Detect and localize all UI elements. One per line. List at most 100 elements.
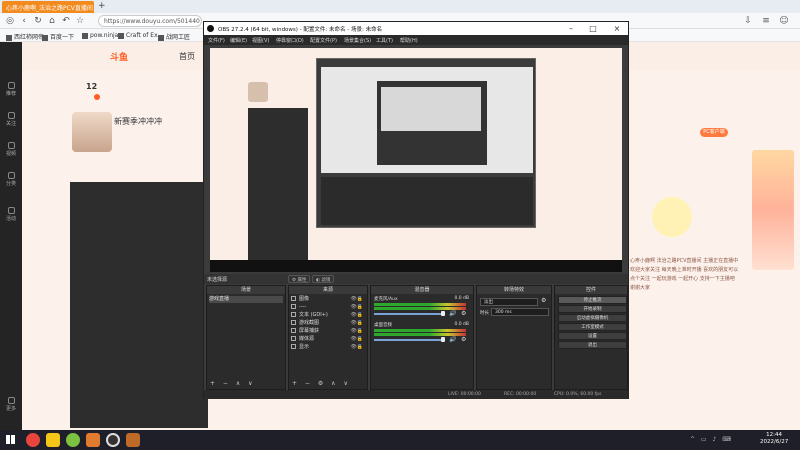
eye-lock-icons[interactable]: 👁🔒 xyxy=(351,296,364,303)
eye-lock-icons[interactable]: 👁🔒 xyxy=(351,328,364,335)
obs-window: OBS 27.2.4 (64 bit, windows) - 配置文件: 未命名… xyxy=(203,21,629,399)
text-source-icon xyxy=(291,312,296,317)
left-nav-item[interactable]: 分类 xyxy=(0,172,22,187)
menu-scene-collection[interactable]: 场景集合(S) xyxy=(344,37,371,44)
volume-slider[interactable] xyxy=(374,339,444,341)
obs-taskbar-icon[interactable] xyxy=(106,433,120,447)
exit-button[interactable]: 退出 xyxy=(558,341,627,349)
pc-client-button[interactable]: PC客户端 xyxy=(700,128,728,137)
scene-item[interactable]: 游戏直播 xyxy=(209,296,284,303)
game-source-icon xyxy=(291,320,296,325)
menu-docks[interactable]: 停靠窗口(D) xyxy=(276,37,304,44)
browser-tab-bar: 心疼小鹿啊_法治之路PCV直播间 + xyxy=(0,0,800,13)
windows-start-icon[interactable] xyxy=(6,435,15,444)
home-icon[interactable]: ⌂ xyxy=(46,15,58,27)
source-item[interactable]: 媒体源 👁🔒 xyxy=(291,336,365,343)
level-badge xyxy=(94,94,100,100)
clock[interactable]: 12:44 2022/6/27 xyxy=(760,432,788,446)
eye-lock-icons[interactable]: 👁🔒 xyxy=(351,336,364,343)
menu-view[interactable]: 视图(V) xyxy=(252,37,269,44)
bookmark-item[interactable]: pow.ninja xyxy=(82,32,118,39)
settings-button[interactable]: 设置 xyxy=(558,332,627,340)
menu-edit[interactable]: 编辑(E) xyxy=(230,37,247,44)
source-item[interactable]: 显示 👁🔒 xyxy=(291,344,365,351)
obs-menu-bar: 文件(F) 编辑(E) 视图(V) 停靠窗口(D) 配置文件(P) 场景集合(S… xyxy=(204,35,628,45)
source-item[interactable]: 文本 (GDI+) 👁🔒 xyxy=(291,312,365,319)
eye-lock-icons[interactable]: 👁🔒 xyxy=(351,304,364,311)
obs-logo-icon xyxy=(207,25,214,32)
nested-preview-2 xyxy=(381,87,481,131)
eye-lock-icons[interactable]: 👁🔒 xyxy=(351,320,364,327)
eye-lock-icons[interactable]: 👁🔒 xyxy=(351,312,364,319)
volume-slider[interactable] xyxy=(374,313,444,315)
url-input[interactable]: https://www.douyu.com/5014401 xyxy=(98,15,202,27)
source-item[interactable]: ---- 👁🔒 xyxy=(291,304,365,311)
mascot-image xyxy=(652,197,692,237)
douyu-logo[interactable]: 斗鱼 xyxy=(110,50,128,63)
bookmark-item[interactable]: 百度一下 xyxy=(42,32,74,41)
obs-preview[interactable] xyxy=(210,48,622,272)
streamer-avatar[interactable] xyxy=(72,112,112,152)
start-recording-button[interactable]: 开始录制 xyxy=(558,305,627,313)
left-nav-item[interactable]: 视频 xyxy=(0,142,22,157)
new-tab-button[interactable]: + xyxy=(98,1,106,11)
volume-slider-knob[interactable] xyxy=(441,311,445,316)
bookmark-item[interactable]: 西红柿网帝 xyxy=(6,32,44,41)
account-icon[interactable]: ☺ xyxy=(778,15,790,27)
nav-home[interactable]: 首页 xyxy=(179,51,195,62)
scenes-toolbar[interactable]: + − ∧ ∨ xyxy=(207,379,285,389)
transition-select[interactable]: 淡出 xyxy=(480,298,538,306)
nested-docks xyxy=(321,177,533,225)
eye-lock-icons[interactable]: 👁🔒 xyxy=(351,344,364,351)
sources-toolbar[interactable]: + − ⚙ ∧ ∨ xyxy=(289,379,367,389)
gear-icon[interactable]: ⚙ xyxy=(461,310,466,317)
left-nav-item[interactable]: 更多 xyxy=(0,397,22,412)
close-icon[interactable]: × xyxy=(610,23,624,34)
scenes-header: 场景 xyxy=(207,286,285,294)
game-icon[interactable] xyxy=(126,433,140,447)
obs-status-bar: LIVE: 00:00:00 REC: 00:00:00 CPU: 0.0%, … xyxy=(204,390,628,399)
undo-icon[interactable]: ↶ xyxy=(60,15,72,27)
star-icon[interactable]: ☆ xyxy=(74,15,86,27)
folder-icon[interactable] xyxy=(46,433,60,447)
chrome-icon[interactable] xyxy=(26,433,40,447)
shield-icon[interactable]: ◎ xyxy=(4,15,16,27)
duration-input[interactable]: 300 ms xyxy=(491,308,549,316)
stop-streaming-button[interactable]: 停止推流 xyxy=(558,296,627,304)
back-icon[interactable]: ‹ xyxy=(18,15,30,27)
bookmark-item[interactable]: 战网工匠 xyxy=(158,32,190,41)
source-item[interactable]: 屏幕捕获 👁🔒 xyxy=(291,328,365,335)
mixer-channel-name: 麦克风/Aux xyxy=(374,297,398,302)
source-item[interactable]: 游戏截图 👁🔒 xyxy=(291,320,365,327)
left-nav-item[interactable]: 活动 xyxy=(0,207,22,222)
speaker-icon[interactable]: 🔊 xyxy=(449,336,456,343)
left-nav-item[interactable]: 推荐 xyxy=(0,82,22,97)
gear-icon[interactable]: ⚙ xyxy=(461,336,466,343)
transition-gear-icon[interactable]: ⚙ xyxy=(541,297,546,304)
left-nav-item[interactable]: 关注 xyxy=(0,112,22,127)
live-timer: LIVE: 00:00:00 xyxy=(448,392,481,397)
mixer-channel-name: 桌面音频 xyxy=(374,323,392,328)
menu-file[interactable]: 文件(F) xyxy=(208,37,225,44)
refresh-icon[interactable]: ↻ xyxy=(32,15,44,27)
source-item[interactable]: 图像 👁🔒 xyxy=(291,296,365,303)
studio-mode-button[interactable]: 工作室模式 xyxy=(558,323,627,331)
menu-icon[interactable]: ≡ xyxy=(760,15,772,27)
browser-icon[interactable] xyxy=(66,433,80,447)
bookmark-item[interactable]: Craft of Ex xyxy=(118,32,158,39)
menu-tools[interactable]: 工具(T) xyxy=(376,37,393,44)
minimize-icon[interactable]: – xyxy=(564,23,578,34)
download-icon[interactable]: ⇩ xyxy=(742,15,754,27)
system-tray[interactable]: ^ ▭ ♪ ⌨ xyxy=(690,436,733,443)
browser-tab-active[interactable]: 心疼小鹿啊_法治之路PCV直播间 xyxy=(2,1,94,13)
menu-profile[interactable]: 配置文件(P) xyxy=(310,37,337,44)
menu-help[interactable]: 帮助(H) xyxy=(400,37,418,44)
app-icon[interactable] xyxy=(86,433,100,447)
virtual-camera-button[interactable]: 启动虚拟摄像机 xyxy=(558,314,627,322)
properties-button[interactable]: ⚙ 属性 xyxy=(288,275,311,283)
speaker-icon[interactable]: 🔊 xyxy=(449,310,456,317)
filters-button[interactable]: ◐ 滤镜 xyxy=(312,275,335,283)
volume-slider-knob[interactable] xyxy=(441,337,445,342)
maximize-icon[interactable]: □ xyxy=(586,23,600,34)
promo-banner[interactable] xyxy=(752,150,794,270)
